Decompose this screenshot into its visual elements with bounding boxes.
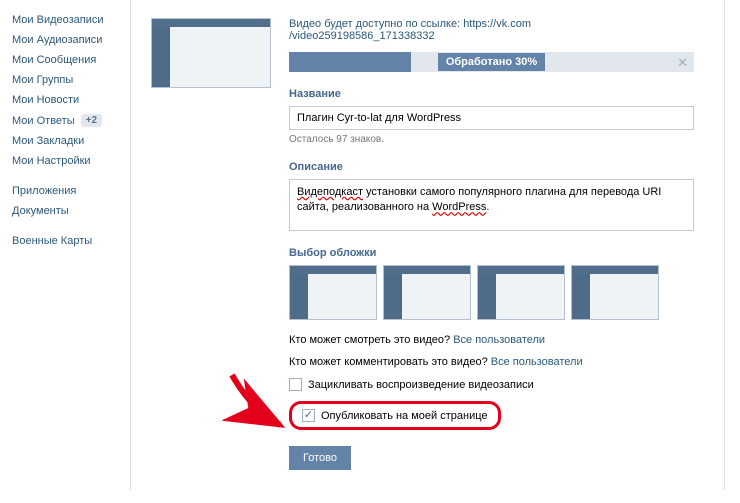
sidebar-item-settings[interactable]: Мои Настройки bbox=[12, 151, 130, 171]
perm-view-link[interactable]: Все пользователи bbox=[453, 334, 545, 346]
video-link-path[interactable]: /video259198586_171338332 bbox=[289, 30, 435, 42]
sidebar-item-apps[interactable]: Приложения bbox=[12, 181, 130, 201]
sidebar-item-news[interactable]: Мои Новости bbox=[12, 90, 130, 110]
sidebar: Мои Видеозаписи Мои Аудиозаписи Мои Сооб… bbox=[0, 0, 130, 490]
sidebar-item-groups[interactable]: Мои Группы bbox=[12, 70, 130, 90]
submit-button[interactable]: Готово bbox=[289, 446, 351, 470]
cover-label: Выбор обложки bbox=[289, 247, 694, 259]
sidebar-item-label: Мои Аудиозаписи bbox=[12, 34, 102, 46]
sidebar-item-videos[interactable]: Мои Видеозаписи bbox=[12, 10, 130, 30]
loop-checkbox[interactable] bbox=[289, 378, 302, 391]
sidebar-item-audio[interactable]: Мои Аудиозаписи bbox=[12, 30, 130, 50]
main-content: Видео будет доступно по ссылке: https://… bbox=[130, 0, 725, 490]
publish-checkbox[interactable] bbox=[302, 409, 315, 422]
title-input[interactable] bbox=[289, 106, 694, 130]
sidebar-badge: +2 bbox=[81, 114, 102, 127]
sidebar-item-label: Мои Сообщения bbox=[12, 54, 96, 66]
perm-comment-link[interactable]: Все пользователи bbox=[491, 356, 583, 368]
title-hint: Осталось 97 знаков. bbox=[289, 134, 694, 145]
sidebar-item-label: Мои Видеозаписи bbox=[12, 14, 104, 26]
video-thumbnail bbox=[151, 18, 271, 88]
sidebar-item-label: Военные Карты bbox=[12, 235, 92, 247]
sidebar-item-label: Мои Новости bbox=[12, 94, 79, 106]
cover-option-4[interactable] bbox=[571, 265, 659, 320]
cover-option-1[interactable] bbox=[289, 265, 377, 320]
desc-label: Описание bbox=[289, 161, 694, 173]
publish-highlight: Опубликовать на моей странице bbox=[289, 401, 501, 430]
sidebar-item-label: Мои Настройки bbox=[12, 155, 91, 167]
sidebar-item-label: Мои Ответы bbox=[12, 115, 75, 127]
sidebar-item-docs[interactable]: Документы bbox=[12, 201, 130, 221]
sidebar-item-label: Приложения bbox=[12, 185, 76, 197]
desc-input[interactable]: Видеподкаст установки самого популярного… bbox=[289, 179, 694, 231]
sidebar-item-warmaps[interactable]: Военные Карты bbox=[12, 231, 130, 251]
progress-label: Обработано 30% bbox=[438, 53, 545, 71]
sidebar-item-label: Документы bbox=[12, 205, 69, 217]
sidebar-item-bookmarks[interactable]: Мои Закладки bbox=[12, 131, 130, 151]
cover-row bbox=[289, 265, 694, 320]
sidebar-item-label: Мои Группы bbox=[12, 74, 73, 86]
publish-label: Опубликовать на моей странице bbox=[321, 410, 488, 422]
video-link-text: Видео будет доступно по ссылке: https://… bbox=[289, 18, 694, 42]
perm-comment-row: Кто может комментировать это видео? Все … bbox=[289, 356, 694, 368]
loop-checkbox-row: Зацикливать воспроизведение видеозаписи bbox=[289, 378, 694, 391]
loop-label: Зацикливать воспроизведение видеозаписи bbox=[308, 379, 534, 391]
sidebar-item-messages[interactable]: Мои Сообщения bbox=[12, 50, 130, 70]
title-label: Название bbox=[289, 88, 694, 100]
cover-option-3[interactable] bbox=[477, 265, 565, 320]
upload-progress: Обработано 30% ✕ bbox=[289, 52, 694, 72]
sidebar-item-label: Мои Закладки bbox=[12, 135, 84, 147]
video-link-host[interactable]: https://vk.com bbox=[463, 18, 531, 30]
cover-option-2[interactable] bbox=[383, 265, 471, 320]
close-icon[interactable]: ✕ bbox=[677, 55, 688, 71]
sidebar-item-replies[interactable]: Мои Ответы +2 bbox=[12, 110, 130, 131]
perm-view-row: Кто может смотреть это видео? Все пользо… bbox=[289, 334, 694, 346]
